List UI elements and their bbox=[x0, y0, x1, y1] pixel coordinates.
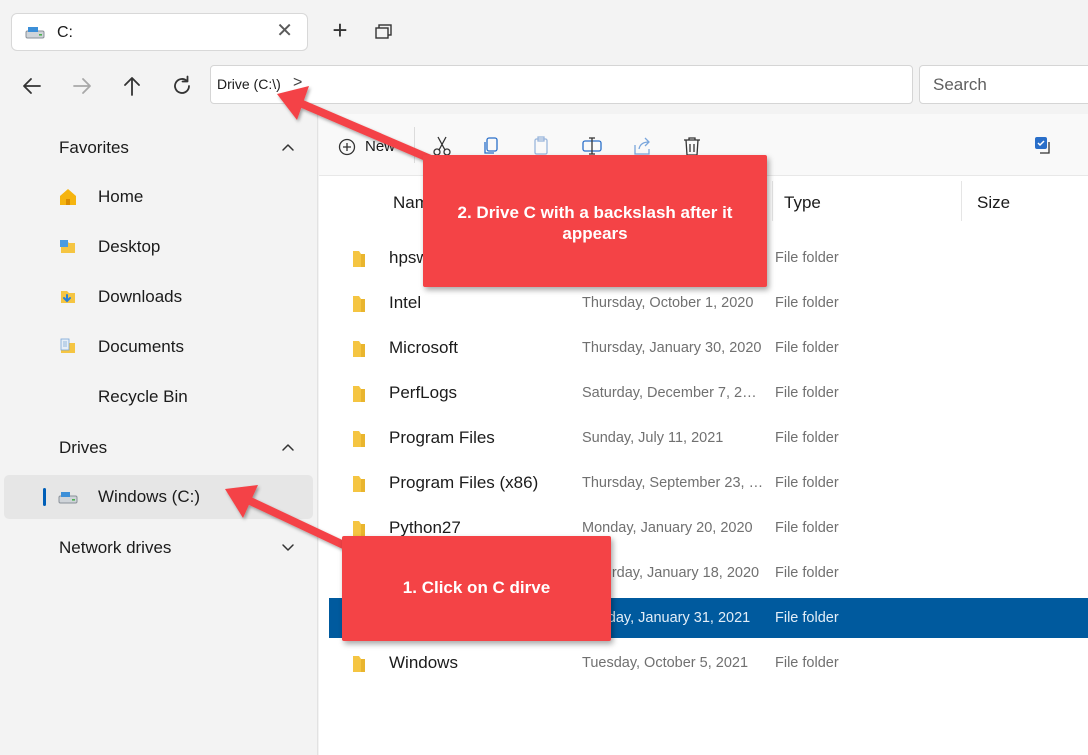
forward-arrow-icon[interactable] bbox=[68, 72, 96, 100]
file-date-modified: Monday, January 20, 2020 bbox=[582, 520, 753, 536]
close-icon[interactable]: ✕ bbox=[276, 21, 293, 41]
sidebar-section-drives[interactable]: Drives bbox=[59, 438, 107, 458]
file-date-modified: Thursday, October 1, 2020 bbox=[582, 295, 754, 311]
paste-icon[interactable] bbox=[531, 135, 553, 157]
file-row[interactable]: Program Files (x86) Thursday, September 2… bbox=[329, 463, 1088, 503]
folder-icon bbox=[353, 386, 365, 402]
file-name: Program Files bbox=[389, 428, 495, 447]
home-icon bbox=[60, 189, 76, 205]
file-row[interactable]: Program Files Sunday, July 11, 2021 File f… bbox=[329, 418, 1088, 458]
select-icon[interactable] bbox=[1033, 135, 1055, 157]
chevron-up-icon[interactable] bbox=[280, 140, 296, 156]
file-row[interactable]: Windows Tuesday, October 5, 2021 File fold… bbox=[329, 643, 1088, 683]
command-separator bbox=[414, 127, 415, 163]
up-arrow-icon[interactable] bbox=[118, 72, 146, 100]
address-path[interactable]: Drive (C:\) bbox=[217, 76, 281, 92]
sidebar-item-recycle-bin[interactable]: Recycle Bin bbox=[4, 375, 313, 419]
sidebar-item-label: Desktop bbox=[98, 237, 161, 256]
file-type: File folder bbox=[775, 565, 839, 581]
documents-folder-icon bbox=[60, 338, 75, 353]
file-row[interactable]: Microsoft Thursday, January 30, 2020 File … bbox=[329, 328, 1088, 368]
file-type: File folder bbox=[775, 475, 839, 491]
file-name: Program Files (x86) bbox=[389, 473, 539, 492]
rename-icon[interactable] bbox=[581, 135, 603, 157]
address-bar[interactable]: Drive (C:\) > bbox=[210, 65, 913, 104]
navigation-bar: Drive (C:\) > Search bbox=[0, 64, 1088, 114]
tab-title: C: bbox=[57, 24, 73, 41]
tab-drive-c[interactable]: C: ✕ bbox=[11, 13, 308, 51]
share-icon[interactable] bbox=[631, 135, 653, 157]
file-type: File folder bbox=[775, 430, 839, 446]
sidebar-section-network-drives[interactable]: Network drives bbox=[59, 538, 171, 558]
callout-2-line-1: 2. Drive C with a backslash after it bbox=[457, 203, 733, 222]
file-row[interactable]: Intel Thursday, October 1, 2020 File folde… bbox=[329, 283, 1088, 323]
downloads-folder-icon bbox=[61, 291, 75, 303]
search-input[interactable]: Search bbox=[919, 65, 1088, 104]
sidebar-item-label: Windows (C:) bbox=[98, 487, 201, 506]
file-date-modified: Sunday, July 11, 2021 bbox=[582, 430, 724, 446]
sidebar-item-downloads[interactable]: Downloads bbox=[4, 275, 313, 319]
sidebar-item-label: Documents bbox=[98, 337, 184, 356]
callout-2-line-2: appears bbox=[562, 224, 628, 243]
column-header-type[interactable]: Type bbox=[784, 193, 821, 213]
drive-icon bbox=[58, 492, 78, 504]
file-date-modified: Tuesday, October 5, 2021 bbox=[582, 655, 749, 671]
chevron-right-icon[interactable]: > bbox=[293, 74, 302, 92]
annotation-callout-1: 1. Click on C dirve bbox=[342, 536, 611, 641]
file-name: Windows bbox=[389, 653, 458, 672]
back-arrow-icon[interactable] bbox=[18, 72, 46, 100]
tab-strip: C: ✕ + bbox=[0, 0, 1088, 64]
file-date-modified: Thursday, January 30, 2020 bbox=[582, 340, 762, 356]
file-type: File folder bbox=[775, 520, 839, 536]
callout-1-text: 1. Click on C dirve bbox=[402, 578, 551, 597]
column-header-size[interactable]: Size bbox=[977, 193, 1010, 213]
sidebar-item-desktop[interactable]: Desktop bbox=[4, 225, 313, 269]
selection-indicator bbox=[43, 488, 46, 506]
file-type: File folder bbox=[775, 655, 839, 671]
copy-icon[interactable] bbox=[481, 135, 503, 157]
file-date-modified: Saturday, December 7, 2019 bbox=[582, 385, 764, 401]
file-type: File folder bbox=[775, 385, 839, 401]
file-type: File folder bbox=[775, 295, 839, 311]
sidebar-item-documents[interactable]: Documents bbox=[4, 325, 313, 369]
file-type: File folder bbox=[775, 610, 839, 626]
desktop-folder-icon bbox=[60, 240, 75, 253]
add-circle-icon bbox=[338, 138, 356, 156]
search-placeholder: Search bbox=[933, 75, 987, 94]
folder-icon bbox=[353, 251, 365, 267]
annotation-callout-2: 2. Drive C with a backslash after it app… bbox=[423, 155, 767, 287]
folder-icon bbox=[353, 431, 365, 447]
cut-icon[interactable] bbox=[431, 135, 453, 157]
sidebar-section-favorites[interactable]: Favorites bbox=[59, 138, 129, 158]
sidebar-item-home[interactable]: Home bbox=[4, 175, 313, 219]
column-divider[interactable] bbox=[961, 181, 962, 221]
file-name: Python27 bbox=[389, 518, 461, 537]
chevron-up-icon[interactable] bbox=[280, 440, 296, 456]
sidebar-item-label: Recycle Bin bbox=[98, 387, 188, 406]
file-date-modified: Thursday, September 23, 2021 bbox=[582, 475, 764, 491]
drive-icon bbox=[25, 27, 45, 39]
file-row[interactable]: PerfLogs Saturday, December 7, 2019 File f… bbox=[329, 373, 1088, 413]
new-button-label: New bbox=[365, 138, 396, 155]
file-name: Intel bbox=[389, 293, 422, 312]
file-name: Microsoft bbox=[389, 338, 458, 357]
refresh-icon[interactable] bbox=[168, 72, 196, 100]
column-divider[interactable] bbox=[772, 181, 773, 221]
sidebar-item-windows-c[interactable]: Windows (C:) bbox=[4, 475, 313, 519]
duplicate-tab-icon[interactable] bbox=[375, 24, 393, 40]
file-type: File folder bbox=[775, 250, 839, 266]
delete-icon[interactable] bbox=[681, 135, 703, 157]
folder-icon bbox=[353, 656, 365, 672]
folder-icon bbox=[353, 476, 365, 492]
sidebar: Favorites Home Desktop Downloads Documen… bbox=[0, 114, 318, 755]
folder-icon bbox=[353, 296, 365, 312]
sidebar-item-label: Home bbox=[98, 187, 144, 206]
file-type: File folder bbox=[775, 340, 839, 356]
file-name: PerfLogs bbox=[389, 383, 458, 402]
folder-icon bbox=[353, 341, 365, 357]
chevron-down-icon[interactable] bbox=[280, 539, 296, 555]
sidebar-item-label: Downloads bbox=[98, 287, 183, 306]
new-tab-button[interactable]: + bbox=[327, 17, 353, 44]
